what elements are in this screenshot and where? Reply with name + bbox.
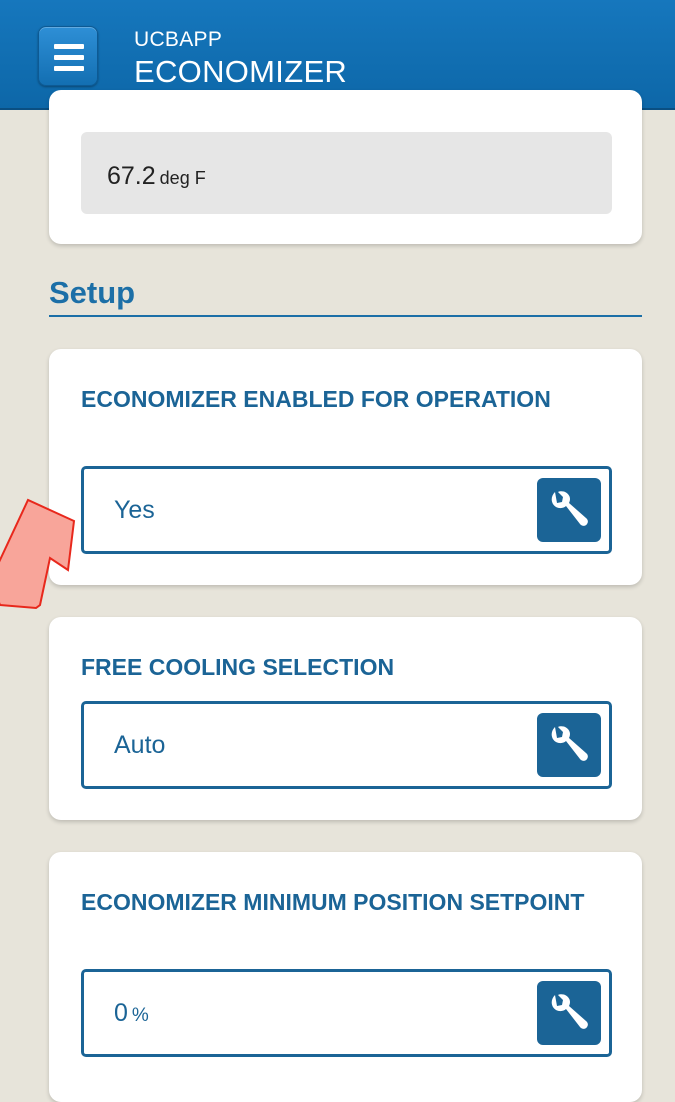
- wrench-icon: [551, 994, 588, 1029]
- field-value-text: Auto: [114, 731, 169, 760]
- temperature-card: 67.2 deg F: [49, 90, 642, 244]
- page-title: ECONOMIZER: [134, 54, 348, 89]
- min-position-field[interactable]: 0%: [81, 969, 612, 1057]
- wrench-icon: [551, 726, 588, 761]
- hamburger-menu-icon: [54, 44, 84, 49]
- setting-card-min-position: ECONOMIZER MINIMUM POSITION SETPOINT 0%: [49, 852, 642, 1102]
- field-value: 0: [114, 999, 128, 1027]
- temperature-value: 67.2: [107, 162, 156, 190]
- menu-button[interactable]: [38, 26, 98, 86]
- wrench-icon: [551, 491, 588, 526]
- setting-label: FREE COOLING SELECTION: [81, 654, 395, 680]
- hamburger-menu-icon: [54, 55, 84, 60]
- field-value: Auto: [114, 731, 166, 759]
- temperature-value-text: 67.2 deg F: [107, 162, 206, 191]
- temperature-unit: deg F: [159, 168, 206, 188]
- temperature-readout: 67.2 deg F: [81, 132, 612, 214]
- field-value-text: 0%: [114, 999, 149, 1028]
- edit-button[interactable]: [537, 981, 601, 1045]
- economizer-enabled-field[interactable]: Yes: [81, 466, 612, 554]
- red-pointer-arrow: [0, 498, 76, 610]
- edit-button[interactable]: [537, 713, 601, 777]
- setting-card-free-cooling: FREE COOLING SELECTION Auto: [49, 617, 642, 820]
- field-unit: %: [131, 1005, 149, 1026]
- setting-label: ECONOMIZER ENABLED FOR OPERATION: [81, 386, 551, 412]
- free-cooling-field[interactable]: Auto: [81, 701, 612, 789]
- section-divider: [49, 315, 642, 317]
- hamburger-menu-icon: [54, 66, 84, 71]
- edit-button[interactable]: [537, 478, 601, 542]
- section-title: Setup: [49, 275, 136, 310]
- setting-label: ECONOMIZER MINIMUM POSITION SETPOINT: [81, 889, 585, 915]
- app-name: UCBAPP: [134, 28, 223, 51]
